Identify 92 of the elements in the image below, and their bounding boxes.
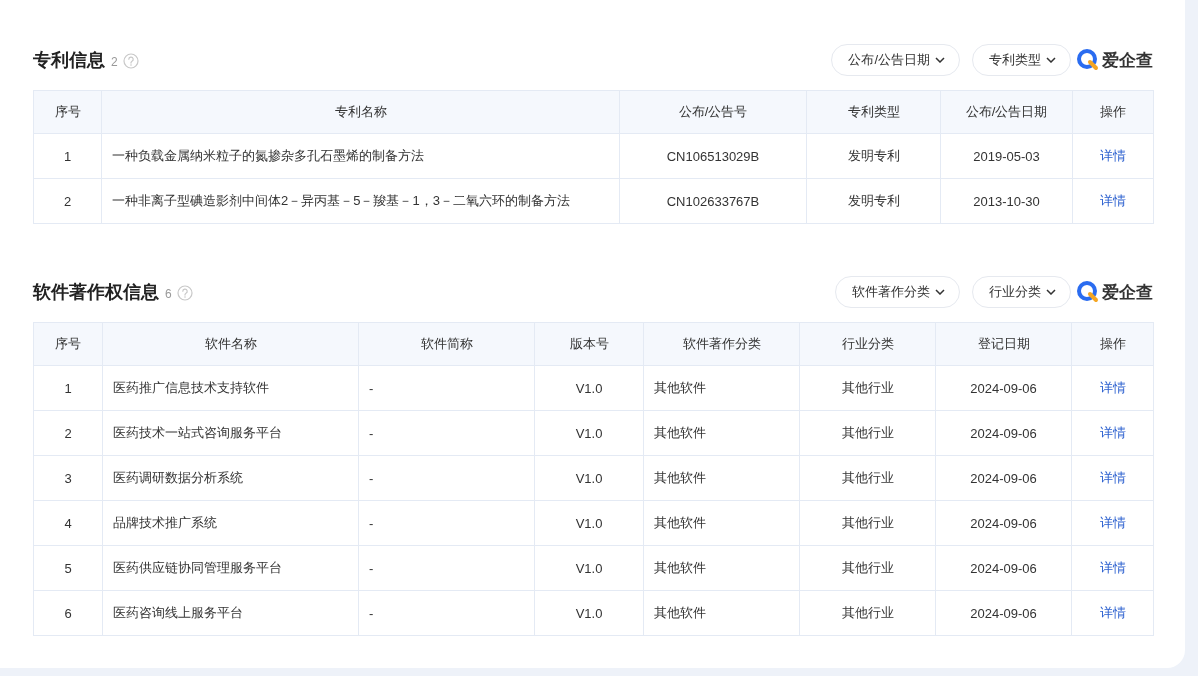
column-header: 序号 bbox=[33, 90, 102, 134]
table-cell: 其他行业 bbox=[799, 590, 936, 636]
table-cell: 品牌技术推广系统 bbox=[102, 500, 359, 546]
table-cell: V1.0 bbox=[534, 500, 644, 546]
table-cell: 6 bbox=[33, 590, 103, 636]
table-cell: - bbox=[358, 365, 535, 411]
details-link[interactable]: 详情 bbox=[1099, 560, 1126, 575]
filter-dropdown[interactable]: 公布/公告日期 bbox=[831, 44, 960, 76]
table-cell: 其他行业 bbox=[799, 365, 936, 411]
table-cell: - bbox=[358, 410, 535, 456]
section-title: 软件著作权信息 bbox=[33, 281, 159, 304]
table-cell: 5 bbox=[33, 545, 103, 591]
table-cell: 2024-09-06 bbox=[935, 365, 1072, 411]
details-link[interactable]: 详情 bbox=[1099, 515, 1126, 530]
table-cell: 医药调研数据分析系统 bbox=[102, 455, 359, 501]
table-cell: 2019-05-03 bbox=[940, 133, 1073, 179]
table-cell: CN102633767B bbox=[619, 178, 807, 224]
magnifier-logo-icon bbox=[1076, 280, 1100, 304]
column-header: 公布/公告号 bbox=[619, 90, 807, 134]
table-cell: 1 bbox=[33, 365, 103, 411]
table-cell: 2024-09-06 bbox=[935, 410, 1072, 456]
chevron-down-icon bbox=[935, 289, 945, 295]
table-cell: 2 bbox=[33, 410, 103, 456]
details-link[interactable]: 详情 bbox=[1100, 193, 1126, 208]
column-header: 软件著作分类 bbox=[643, 322, 800, 366]
section-title: 专利信息 bbox=[33, 49, 105, 72]
column-header: 操作 bbox=[1072, 90, 1154, 134]
table-cell: 其他行业 bbox=[799, 455, 936, 501]
table-cell: 医药推广信息技术支持软件 bbox=[102, 365, 359, 411]
table-cell: 其他行业 bbox=[799, 500, 936, 546]
table-cell: V1.0 bbox=[534, 455, 644, 501]
column-header: 序号 bbox=[33, 322, 103, 366]
column-header: 专利名称 bbox=[101, 90, 620, 134]
table-cell: 其他软件 bbox=[643, 410, 800, 456]
table-cell: 其他软件 bbox=[643, 455, 800, 501]
chevron-down-icon bbox=[1046, 289, 1056, 295]
chevron-down-icon bbox=[1046, 57, 1056, 63]
column-header: 软件名称 bbox=[102, 322, 359, 366]
table-cell: 发明专利 bbox=[806, 178, 941, 224]
logo-text: 爱企查 bbox=[1102, 49, 1153, 72]
column-header: 软件简称 bbox=[358, 322, 535, 366]
table-cell: 其他软件 bbox=[643, 545, 800, 591]
column-header: 公布/公告日期 bbox=[940, 90, 1073, 134]
details-link[interactable]: 详情 bbox=[1100, 148, 1126, 163]
table-cell: 2 bbox=[33, 178, 102, 224]
table-cell: 其他行业 bbox=[799, 410, 936, 456]
item-count: 2 bbox=[111, 54, 118, 69]
filter-dropdown[interactable]: 行业分类 bbox=[972, 276, 1071, 308]
magnifier-logo-icon bbox=[1076, 48, 1100, 72]
table-cell: 其他行业 bbox=[799, 545, 936, 591]
filter-dropdown[interactable]: 软件著作分类 bbox=[835, 276, 960, 308]
table-cell: 2024-09-06 bbox=[935, 500, 1072, 546]
table-cell: 其他软件 bbox=[643, 365, 800, 411]
table-cell: 一种负载金属纳米粒子的氮掺杂多孔石墨烯的制备方法 bbox=[101, 133, 620, 179]
column-header: 版本号 bbox=[534, 322, 644, 366]
table-cell: - bbox=[358, 455, 535, 501]
table-cell: 医药咨询线上服务平台 bbox=[102, 590, 359, 636]
table-cell: 3 bbox=[33, 455, 103, 501]
table-cell: V1.0 bbox=[534, 590, 644, 636]
table-cell: 4 bbox=[33, 500, 103, 546]
table-cell: 2024-09-06 bbox=[935, 545, 1072, 591]
column-header: 行业分类 bbox=[799, 322, 936, 366]
column-header: 专利类型 bbox=[806, 90, 941, 134]
table-cell: 一种非离子型碘造影剂中间体2－异丙基－5－羧基－1，3－二氧六环的制备方法 bbox=[101, 178, 620, 224]
table-cell: 医药供应链协同管理服务平台 bbox=[102, 545, 359, 591]
table-cell: 医药技术一站式咨询服务平台 bbox=[102, 410, 359, 456]
help-icon[interactable] bbox=[176, 285, 193, 301]
details-link[interactable]: 详情 bbox=[1099, 470, 1126, 485]
item-count: 6 bbox=[165, 286, 172, 301]
table-cell: CN106513029B bbox=[619, 133, 807, 179]
table-cell: - bbox=[358, 500, 535, 546]
table-cell: - bbox=[358, 590, 535, 636]
logo-text: 爱企查 bbox=[1102, 281, 1153, 304]
details-link[interactable]: 详情 bbox=[1099, 425, 1126, 440]
table-cell: V1.0 bbox=[534, 410, 644, 456]
details-link[interactable]: 详情 bbox=[1099, 605, 1126, 620]
details-link[interactable]: 详情 bbox=[1099, 380, 1126, 395]
table-cell: - bbox=[358, 545, 535, 591]
table-cell: V1.0 bbox=[534, 365, 644, 411]
help-icon[interactable] bbox=[122, 53, 139, 69]
column-header: 操作 bbox=[1071, 322, 1154, 366]
table-cell: 其他软件 bbox=[643, 590, 800, 636]
table-cell: 1 bbox=[33, 133, 102, 179]
table-cell: 2013-10-30 bbox=[940, 178, 1073, 224]
column-header: 登记日期 bbox=[935, 322, 1072, 366]
table-cell: V1.0 bbox=[534, 545, 644, 591]
table-cell: 2024-09-06 bbox=[935, 455, 1072, 501]
chevron-down-icon bbox=[935, 57, 945, 63]
table-cell: 其他软件 bbox=[643, 500, 800, 546]
table-cell: 2024-09-06 bbox=[935, 590, 1072, 636]
table-cell: 发明专利 bbox=[806, 133, 941, 179]
filter-dropdown[interactable]: 专利类型 bbox=[972, 44, 1071, 76]
